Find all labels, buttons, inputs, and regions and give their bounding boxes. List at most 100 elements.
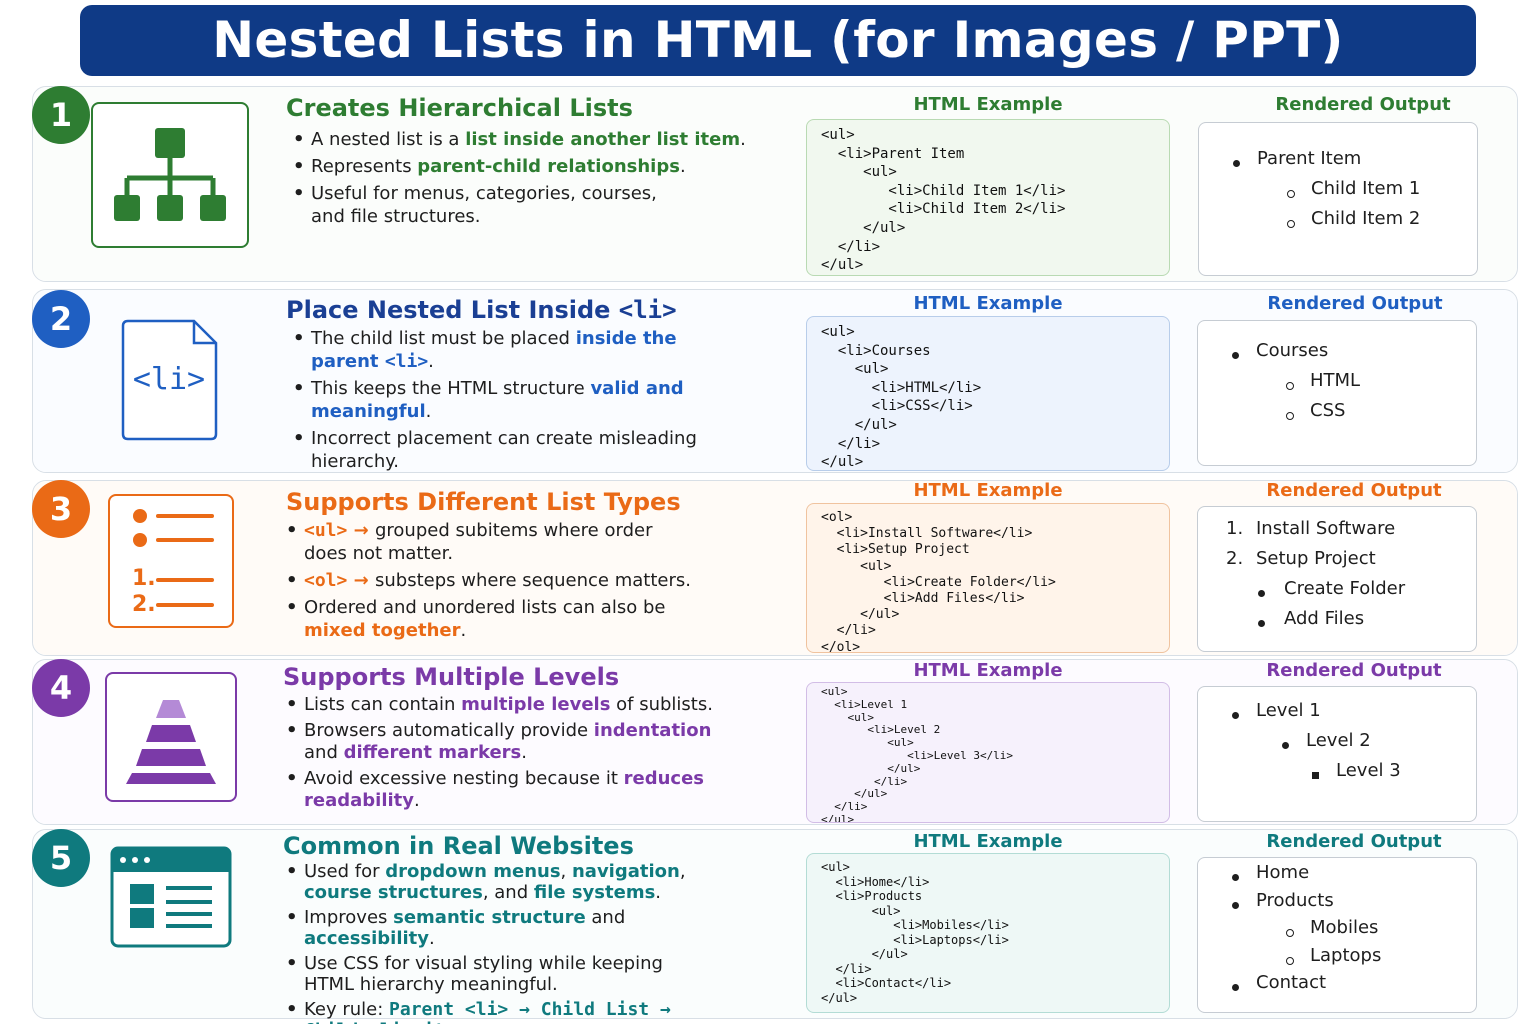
- output-bullet-marker: [1232, 874, 1239, 881]
- bullet-text: .: [477, 1020, 483, 1024]
- bullet-text: and: [585, 907, 626, 928]
- bullet-text: .: [521, 742, 528, 763]
- code-line: <li>Courses: [821, 342, 931, 359]
- section-heading: Common in Real Websites: [283, 832, 634, 860]
- bullet-item: Improves semantic structure and accessib…: [286, 907, 756, 949]
- code-line: <li>Parent Item: [821, 145, 965, 162]
- bullet-text: ,: [679, 861, 686, 882]
- bullet-text: .: [679, 156, 686, 177]
- bullet-item: Key rule: Parent <li> → Child List →Chil…: [286, 999, 756, 1024]
- code-line: </li>: [821, 623, 876, 639]
- bullet-item: Represents parent-child relationships.: [293, 155, 763, 178]
- bullet-text: hierarchy.: [311, 451, 400, 472]
- list-number-1: 1.: [132, 566, 156, 591]
- bullet-item: Avoid excessive nesting because it reduc…: [286, 768, 736, 812]
- output-item: Setup Project: [1256, 548, 1376, 569]
- bullet-text: HTML hierarchy meaningful.: [304, 974, 558, 995]
- li-file-icon: <li>: [119, 318, 219, 442]
- html-example-label: HTML Example: [913, 831, 1063, 852]
- html-example-label: HTML Example: [913, 660, 1063, 681]
- code-line: <ul>: [821, 860, 850, 874]
- bullet-item: <ol> → substeps where sequence matters.: [286, 569, 756, 592]
- output-number-marker: 2.: [1226, 548, 1244, 569]
- bullet-item: <ul> → grouped subitems where orderdoes …: [286, 519, 756, 565]
- output-bullet-marker: [1282, 742, 1289, 749]
- code-line: </ul>: [821, 812, 855, 823]
- output-item: Parent Item: [1257, 148, 1362, 169]
- bullet-text: and file structures.: [311, 206, 481, 227]
- bullet-item: Incorrect placement can create misleadin…: [293, 427, 753, 473]
- output-bullet-marker: [1232, 352, 1239, 359]
- highlight-text: <li>: [384, 351, 429, 372]
- code-line: <li>Mobiles</li>: [821, 918, 1009, 932]
- code-line: <ul>: [821, 903, 901, 918]
- section-heading: Place Nested List Inside <li>: [286, 296, 677, 324]
- output-item: Add Files: [1284, 608, 1365, 629]
- website-layout-icon: [110, 846, 232, 948]
- code-line: <li>HTML</li>: [821, 379, 982, 396]
- highlight-text: valid and: [590, 378, 684, 399]
- bullet-text: Used for: [304, 861, 386, 882]
- rendered-output-label: Rendered Output: [1266, 480, 1442, 501]
- code-line: <li>Level 1: [821, 697, 908, 711]
- output-item: Install Software: [1256, 518, 1396, 539]
- section-number-badge: 4: [32, 659, 90, 717]
- bullet-text: .: [425, 401, 432, 422]
- list-types-icon: 1. 2.: [108, 494, 234, 628]
- li-tag-text: <li>: [132, 362, 206, 397]
- bullet-text: grouped subitems where order: [374, 520, 653, 541]
- code-line: </ul>: [821, 454, 864, 471]
- rendered-output-label: Rendered Output: [1266, 660, 1442, 681]
- rendered-output-box: Courses HTML CSS: [1197, 320, 1477, 466]
- output-bullet-marker: [1258, 620, 1265, 627]
- output-bullet-marker: [1233, 160, 1240, 167]
- bullet-text: .: [740, 129, 746, 150]
- output-number-marker: 1.: [1226, 518, 1244, 539]
- bullet-text: Useful for menus, categories, courses,: [311, 183, 657, 204]
- section-bullets: Used for dropdown menus, navigation, cour…: [286, 861, 756, 1024]
- output-item: Child Item 2: [1311, 208, 1421, 229]
- bullet-text: Incorrect placement can create misleadin…: [311, 428, 697, 449]
- output-bullet-marker: [1258, 590, 1265, 597]
- pyramid-icon: [105, 672, 237, 802]
- output-bullet-marker: [1232, 712, 1239, 719]
- rendered-output-label: Rendered Output: [1267, 293, 1443, 314]
- section-bullets: A nested list is a list inside another l…: [293, 128, 763, 232]
- highlight-text: semantic structure: [393, 907, 586, 928]
- code-example: <ul> <li>Courses <ul> <li>HTML</li> <li>…: [806, 316, 1170, 471]
- output-item: CSS: [1310, 400, 1346, 421]
- rendered-output-label: Rendered Output: [1266, 831, 1442, 852]
- output-item: Laptops: [1310, 944, 1382, 966]
- code-line: </ul>: [821, 947, 908, 961]
- bullet-text: Improves: [304, 907, 394, 928]
- output-item: Home: [1256, 862, 1310, 883]
- bullet-text: This keeps the HTML structure: [311, 378, 591, 399]
- bullet-text: A nested list is a: [311, 129, 466, 150]
- section-heading-code: <li>: [618, 296, 677, 324]
- output-bullet-marker: [1286, 412, 1294, 420]
- highlight-text: Parent <li> → Child List →: [389, 999, 671, 1020]
- code-line: <ul>: [821, 164, 897, 181]
- bullet-text: .: [655, 882, 662, 903]
- highlight-text: accessibility: [304, 928, 430, 949]
- code-line: </li>: [821, 435, 881, 452]
- list-number-2: 2.: [132, 592, 156, 617]
- section-heading: Supports Multiple Levels: [283, 663, 620, 691]
- highlight-text: parent-child relationships: [417, 156, 680, 177]
- code-line: </ul>: [821, 761, 921, 775]
- html-example-label: HTML Example: [913, 293, 1063, 314]
- output-bullet-marker: [1286, 382, 1294, 390]
- output-bullet-marker: [1286, 929, 1294, 937]
- bullet-item: Ordered and unordered lists can also bem…: [286, 596, 756, 642]
- code-example: <ul> <li>Home</li> <li>Products <ul> <li…: [806, 853, 1170, 1013]
- output-bullet-marker: [1287, 190, 1295, 198]
- code-example: <ul> <li>Level 1 <ul> <li>Level 2 <ul> <…: [806, 682, 1170, 823]
- output-bullet-marker: [1232, 984, 1239, 991]
- bullet-text: does not matter.: [304, 543, 454, 564]
- hierarchy-tree-icon: [91, 102, 249, 248]
- bullet-text: and: [304, 742, 344, 763]
- output-item: Level 2: [1306, 730, 1371, 751]
- page-title: Nested Lists in HTML (for Images / PPT): [80, 5, 1476, 76]
- bullet-text: Use CSS for visual styling while keeping: [304, 953, 663, 974]
- code-line: <li>Create Folder</li>: [821, 574, 1056, 590]
